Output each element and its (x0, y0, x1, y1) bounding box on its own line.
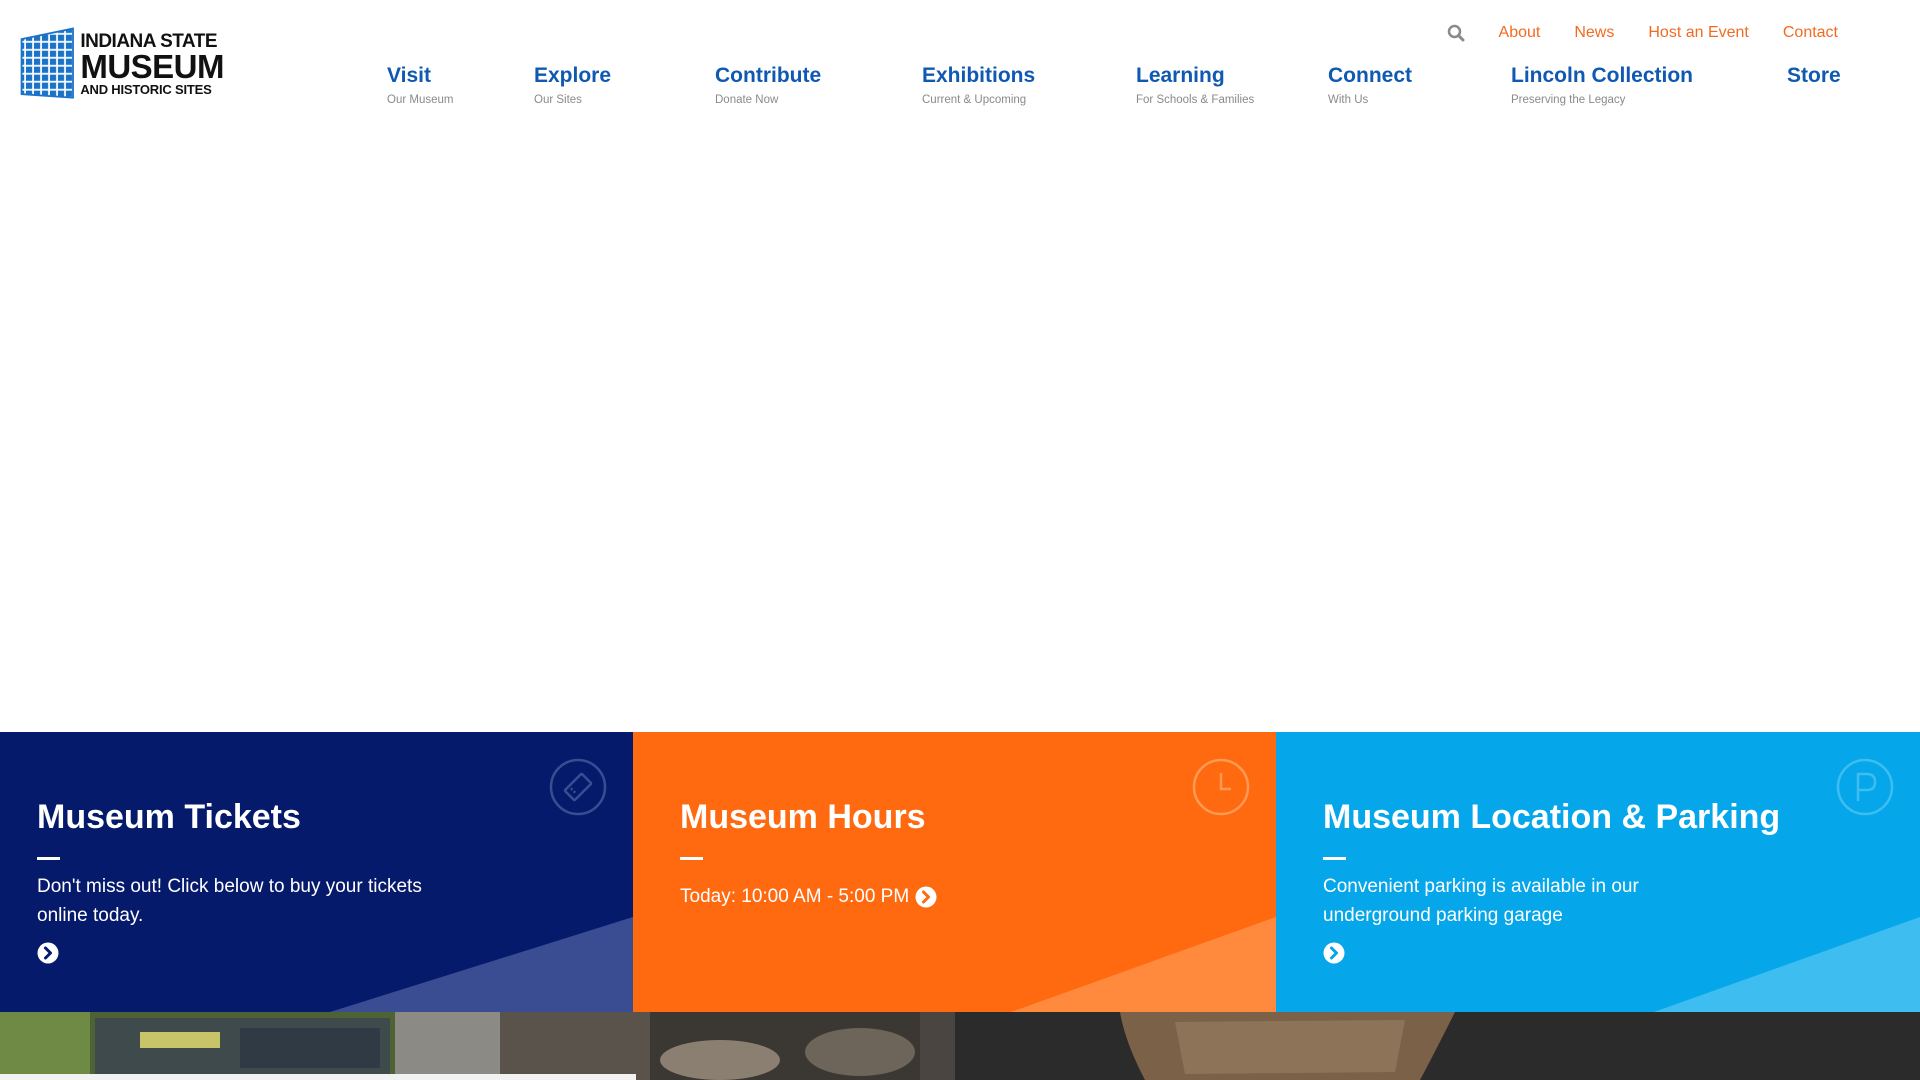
cookie-bar-edge (0, 1074, 636, 1080)
nav-title: Lincoln Collection (1511, 64, 1693, 87)
panel-title: Museum Hours (680, 798, 926, 836)
nav-item-visit[interactable]: Visit Our Museum (387, 64, 453, 106)
nav-subtitle: Donate Now (715, 94, 779, 106)
logo-line-3: AND HISTORIC SITES (80, 81, 212, 97)
logo-grid-icon (20, 27, 74, 99)
panel-divider (680, 857, 703, 860)
photo-exhibit-sign[interactable] (0, 1012, 500, 1080)
nav-subtitle: Our Sites (534, 94, 582, 106)
panel-museum-hours[interactable]: Museum Hours Today: 10:00 AM - 5:00 PM (633, 732, 1276, 1012)
nav-title: Explore (534, 64, 612, 87)
nav-title: Exhibitions (922, 64, 1036, 87)
nav-title: Visit (387, 64, 431, 87)
panel-text: Don't miss out! Click below to buy your … (37, 876, 422, 926)
main-nav: Visit Our Museum Explore Our Sites Contr… (387, 64, 1841, 114)
photo-artifact-image (955, 1012, 1920, 1080)
nav-subtitle: With Us (1328, 94, 1369, 106)
panel-text: Today: 10:00 AM - 5:00 PM (680, 886, 910, 907)
nav-subtitle: Current & Upcoming (922, 94, 1027, 106)
search-icon[interactable] (1447, 24, 1465, 42)
nav-title: Contribute (715, 64, 822, 87)
nav-item-store[interactable]: Store (1787, 64, 1841, 88)
photo-artifact[interactable] (955, 1012, 1920, 1080)
nav-subtitle: Preserving the Legacy (1511, 94, 1626, 106)
nav-subtitle: For Schools & Families (1136, 94, 1255, 106)
nav-subtitle: Our Museum (387, 94, 454, 106)
photo-exhibit-sign-image (0, 1012, 500, 1080)
nav-item-lincoln-collection[interactable]: Lincoln Collection Preserving the Legacy (1511, 64, 1693, 106)
clock-icon (1192, 758, 1250, 816)
utility-nav: About News Host an Event Contact (1447, 24, 1838, 42)
panel-title: Museum Tickets (37, 798, 301, 836)
utility-link-about[interactable]: About (1499, 24, 1541, 42)
utility-link-news[interactable]: News (1574, 24, 1614, 42)
hero-area (0, 130, 1920, 732)
photo-strip (0, 1012, 1920, 1080)
utility-link-host-event[interactable]: Host an Event (1648, 24, 1749, 42)
arrow-circle-right-icon[interactable] (37, 942, 59, 964)
arrow-circle-right-icon[interactable] (915, 886, 937, 908)
nav-item-connect[interactable]: Connect With Us (1328, 64, 1412, 106)
panel-divider (37, 857, 60, 860)
hours-row: Today: 10:00 AM - 5:00 PM (680, 882, 1100, 911)
photo-coyote-exhibit[interactable] (500, 1012, 955, 1080)
panel-title: Museum Location & Parking (1323, 798, 1781, 836)
site-logo[interactable]: INDIANA STATE MUSEUM AND HISTORIC SITES (18, 22, 224, 106)
panel-decor-wedge (1011, 917, 1276, 1012)
nav-title: Store (1787, 64, 1841, 87)
panel-location-parking[interactable]: Museum Location & Parking Convenient par… (1276, 732, 1920, 1012)
nav-item-learning[interactable]: Learning For Schools & Families (1136, 64, 1254, 106)
logo-line-2: MUSEUM (80, 48, 224, 86)
ticket-icon (549, 758, 607, 816)
panel-museum-tickets[interactable]: Museum Tickets Don't miss out! Click bel… (0, 732, 633, 1012)
nav-item-exhibitions[interactable]: Exhibitions Current & Upcoming (922, 64, 1035, 106)
arrow-circle-right-icon[interactable] (1323, 942, 1345, 964)
photo-coyote-exhibit-image (500, 1012, 955, 1080)
panel-text: Convenient parking is available in our u… (1323, 876, 1639, 926)
info-panels: Museum Tickets Don't miss out! Click bel… (0, 732, 1920, 1012)
nav-item-explore[interactable]: Explore Our Sites (534, 64, 611, 106)
nav-title: Connect (1328, 64, 1412, 87)
panel-divider (1323, 857, 1346, 860)
page: INDIANA STATE MUSEUM AND HISTORIC SITES … (0, 0, 1920, 1080)
nav-item-contribute[interactable]: Contribute Donate Now (715, 64, 821, 106)
nav-title: Learning (1136, 64, 1225, 87)
utility-link-contact[interactable]: Contact (1783, 24, 1838, 42)
parking-icon (1836, 758, 1894, 816)
